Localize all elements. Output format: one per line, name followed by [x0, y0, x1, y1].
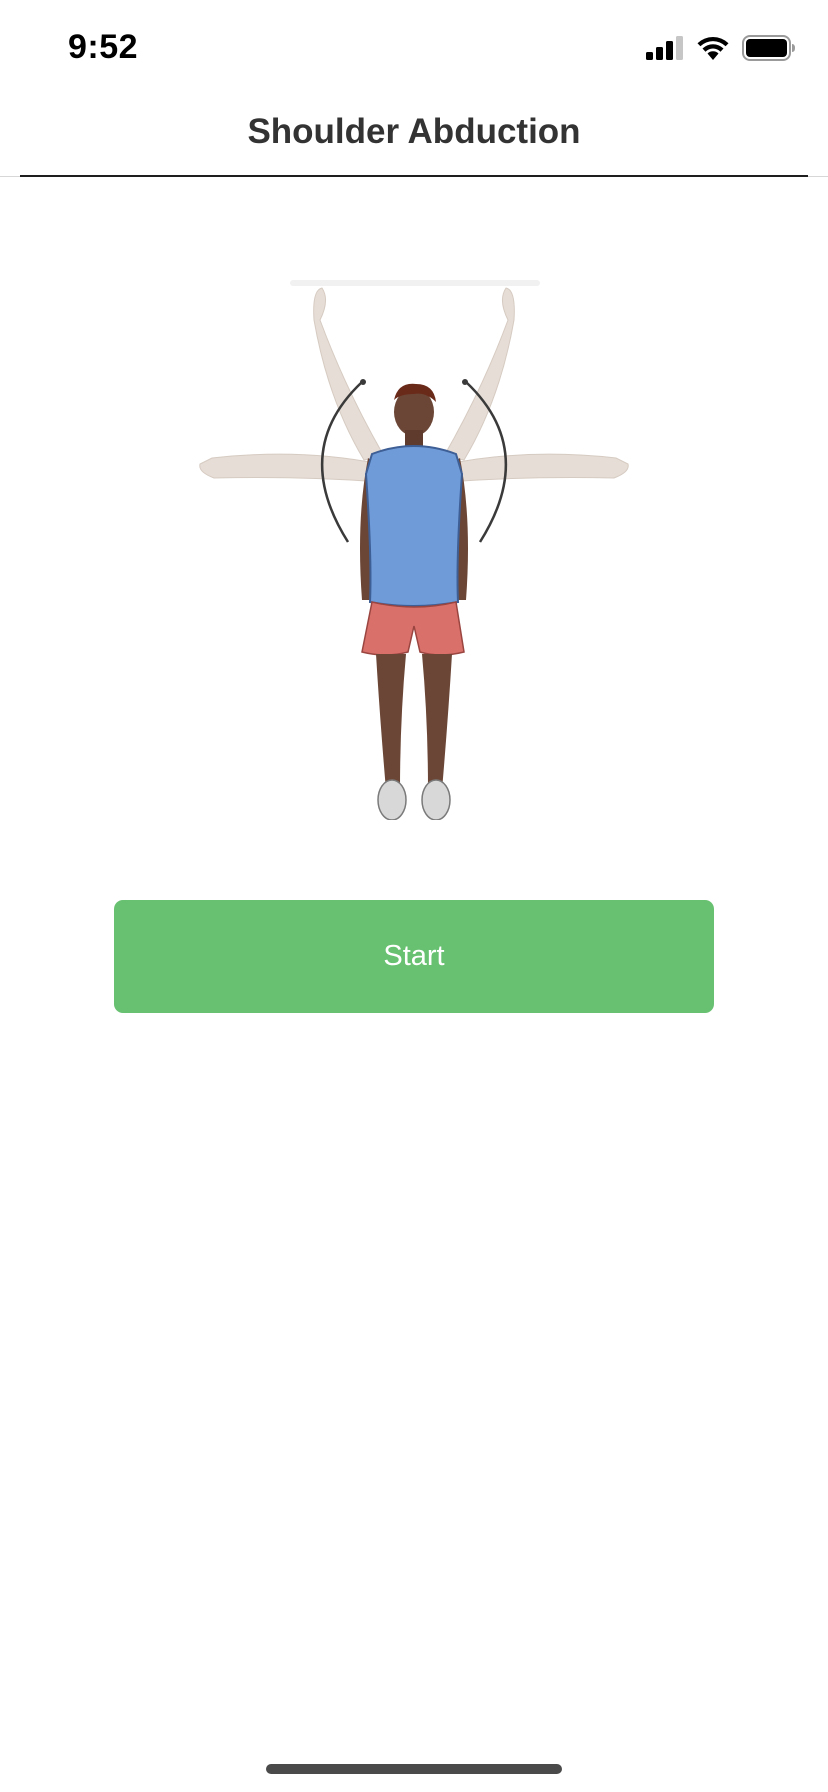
status-bar: 9:52: [0, 0, 828, 100]
exercise-illustration: [150, 260, 678, 820]
home-indicator[interactable]: [266, 1764, 562, 1774]
status-icons: [646, 34, 796, 66]
header-divider: [20, 175, 808, 177]
signal-icon: [646, 35, 684, 65]
person-standing-shoulder-abduction-icon: [199, 280, 629, 820]
wifi-icon: [696, 35, 730, 66]
nav-header: Shoulder Abduction: [0, 100, 828, 176]
page-title: Shoulder Abduction: [247, 112, 581, 151]
start-button[interactable]: Start: [114, 900, 714, 1013]
battery-icon: [742, 34, 796, 66]
status-time: 9:52: [68, 28, 139, 66]
